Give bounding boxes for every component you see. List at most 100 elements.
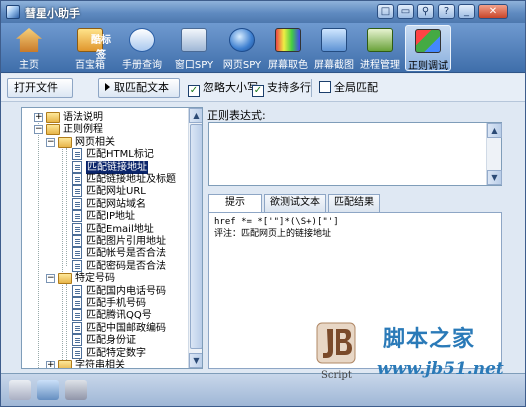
screenshot-icon bbox=[321, 28, 347, 52]
tree-item-label: 匹配中国邮政编码 bbox=[86, 322, 166, 334]
toolbar-label: 屏幕取色 bbox=[268, 60, 308, 71]
web-spy-icon bbox=[229, 28, 255, 52]
tree-scrollbar[interactable]: ▲ ▼ bbox=[188, 108, 202, 368]
toolbar-manual[interactable]: 手册查询 bbox=[117, 25, 167, 71]
folder-icon bbox=[58, 136, 72, 148]
watermark-script: Script bbox=[321, 370, 352, 381]
regex-icon bbox=[415, 29, 441, 53]
document-icon bbox=[72, 160, 82, 173]
regex-scrollbar[interactable]: ▲ ▼ bbox=[486, 123, 502, 185]
tree-item-label: 匹配网址URL bbox=[86, 186, 146, 198]
checkbox-box bbox=[319, 81, 331, 93]
watermark-url: www.jb51.net bbox=[377, 359, 504, 379]
multiline-label: 支持多行 bbox=[267, 81, 311, 94]
regex-label: 正则表达式: bbox=[207, 109, 266, 122]
scroll-up-arrow-icon[interactable]: ▲ bbox=[189, 108, 202, 123]
toolbar-label: 网页SPY bbox=[222, 60, 262, 71]
jb-logo-icon bbox=[316, 322, 356, 364]
checkbox-box: ✓ bbox=[252, 85, 264, 97]
tree-item-label: 匹配特定数字 bbox=[86, 347, 146, 359]
play-icon bbox=[105, 83, 110, 91]
close-button[interactable]: ✕ bbox=[478, 4, 508, 19]
toolbar-toolbox[interactable]: 酷标签 百宝箱 bbox=[65, 25, 115, 71]
toolbar-label: 屏幕截图 bbox=[314, 60, 354, 71]
scroll-down-arrow-icon[interactable]: ▼ bbox=[487, 170, 502, 185]
tree-item-label: 匹配Email地址 bbox=[86, 223, 154, 235]
scroll-down-arrow-icon[interactable]: ▼ bbox=[189, 353, 202, 368]
tab-hint[interactable]: 提示 bbox=[208, 194, 262, 213]
tree-item-label: 匹配链接地址 bbox=[86, 160, 148, 174]
tree-item-label: 正则例程 bbox=[63, 124, 103, 136]
tree-item-label: 匹配网站域名 bbox=[86, 198, 146, 210]
tree-item-label: 匹配帐号是否合法 bbox=[86, 248, 166, 260]
app-logo-icon bbox=[6, 5, 20, 19]
global-match-checkbox[interactable]: 全局匹配 bbox=[319, 81, 378, 95]
scroll-up-arrow-icon[interactable]: ▲ bbox=[487, 123, 502, 138]
get-match-button[interactable]: 取匹配文本 bbox=[98, 78, 180, 98]
tree-item-label: 匹配链接地址及标题 bbox=[86, 174, 176, 185]
expand-icon[interactable]: + bbox=[34, 113, 43, 122]
open-file-button[interactable]: 打开文件 bbox=[7, 78, 73, 98]
toolbar-label: 主页 bbox=[19, 60, 39, 71]
collapse-icon[interactable]: − bbox=[34, 125, 43, 135]
tree-item-label: 网页相关 bbox=[75, 136, 115, 148]
tree-guide-line bbox=[66, 284, 67, 360]
document-icon bbox=[72, 321, 82, 334]
toolbar-regex[interactable]: 正则调试 bbox=[405, 25, 451, 72]
main-toolbar: 主页 酷标签 百宝箱 手册查询 窗口SPY 网页SPY 屏幕取色 屏幕截图 进程… bbox=[1, 23, 525, 73]
compact-button[interactable]: ▭ bbox=[397, 4, 414, 19]
picture-icon[interactable] bbox=[37, 380, 59, 400]
toolbar-label: 正则调试 bbox=[408, 61, 448, 72]
document-icon bbox=[72, 197, 82, 210]
tree-item-label: 匹配密码是否合法 bbox=[86, 260, 166, 272]
manual-icon bbox=[129, 28, 155, 52]
tree-item-label: 匹配腾讯QQ号 bbox=[86, 310, 152, 322]
toolbar-home[interactable]: 主页 bbox=[7, 25, 51, 71]
toolbar-web-spy[interactable]: 网页SPY bbox=[219, 25, 265, 71]
toolbar-color-picker[interactable]: 屏幕取色 bbox=[265, 25, 311, 71]
title-bar[interactable]: 彗星小助手 □ ▭ ⚲ ? _ ✕ bbox=[1, 1, 525, 23]
document-icon bbox=[72, 247, 82, 260]
document-icon bbox=[72, 235, 82, 247]
tree-guide-line bbox=[62, 142, 63, 366]
divider bbox=[311, 79, 312, 97]
document-icon bbox=[72, 210, 82, 223]
tab-match-result[interactable]: 匹配结果 bbox=[328, 194, 380, 212]
tree-item-label: 匹配手机号码 bbox=[86, 298, 146, 309]
folder-icon bbox=[46, 112, 60, 123]
app-window: 彗星小助手 □ ▭ ⚲ ? _ ✕ 主页 酷标签 百宝箱 手册查询 窗口SPY … bbox=[0, 0, 526, 407]
tree-item-label: 匹配图片引用地址 bbox=[86, 236, 166, 247]
help-button[interactable]: ? bbox=[438, 4, 455, 19]
tree-item-label: 匹配IP地址 bbox=[86, 211, 135, 223]
tree-item-label: 匹配身份证 bbox=[86, 335, 136, 347]
document-icon bbox=[72, 346, 82, 359]
document-icon[interactable] bbox=[9, 380, 31, 400]
folder-icon bbox=[58, 273, 72, 285]
toolbar-label: 窗口SPY bbox=[174, 60, 214, 71]
scroll-thumb[interactable] bbox=[190, 124, 202, 349]
regex-input[interactable]: ▲ ▼ bbox=[208, 122, 502, 186]
toolbar-window-spy[interactable]: 窗口SPY bbox=[169, 25, 219, 71]
search-button[interactable]: ⚲ bbox=[417, 4, 434, 19]
collapse-icon[interactable]: − bbox=[46, 274, 55, 284]
document-icon bbox=[72, 334, 82, 347]
skin-button[interactable]: □ bbox=[377, 4, 394, 19]
tree-item-label: 字符串相关 bbox=[75, 360, 125, 369]
toolbar-process[interactable]: 进程管理 bbox=[357, 25, 403, 71]
multiline-checkbox[interactable]: ✓ 支持多行 bbox=[252, 81, 311, 97]
global-match-label: 全局匹配 bbox=[334, 81, 378, 94]
toolbar-screenshot[interactable]: 屏幕截图 bbox=[311, 25, 357, 71]
toolbar-label: 百宝箱 bbox=[75, 60, 105, 71]
tab-test-text[interactable]: 欲测试文本 bbox=[264, 194, 326, 212]
expand-icon[interactable]: + bbox=[46, 361, 55, 368]
ignore-case-checkbox[interactable]: ✓ 忽略大小写 bbox=[188, 81, 258, 97]
window-title: 彗星小助手 bbox=[25, 7, 80, 20]
minimize-button[interactable]: _ bbox=[458, 4, 475, 19]
action-bar: 打开文件 取匹配文本 ✓ 忽略大小写 ✓ 支持多行 全局匹配 bbox=[1, 74, 525, 102]
color-picker-icon bbox=[275, 28, 301, 52]
toolbar-label: 手册查询 bbox=[122, 60, 162, 71]
film-icon[interactable] bbox=[65, 380, 87, 400]
example-tree[interactable]: + 语法说明 − 正则例程 − 网页相关 匹配HTML标记 匹配链接地址 匹配链接地址及标题 匹配… bbox=[21, 107, 203, 369]
watermark-title: 脚本之家 bbox=[383, 327, 476, 352]
collapse-icon[interactable]: − bbox=[46, 137, 55, 147]
